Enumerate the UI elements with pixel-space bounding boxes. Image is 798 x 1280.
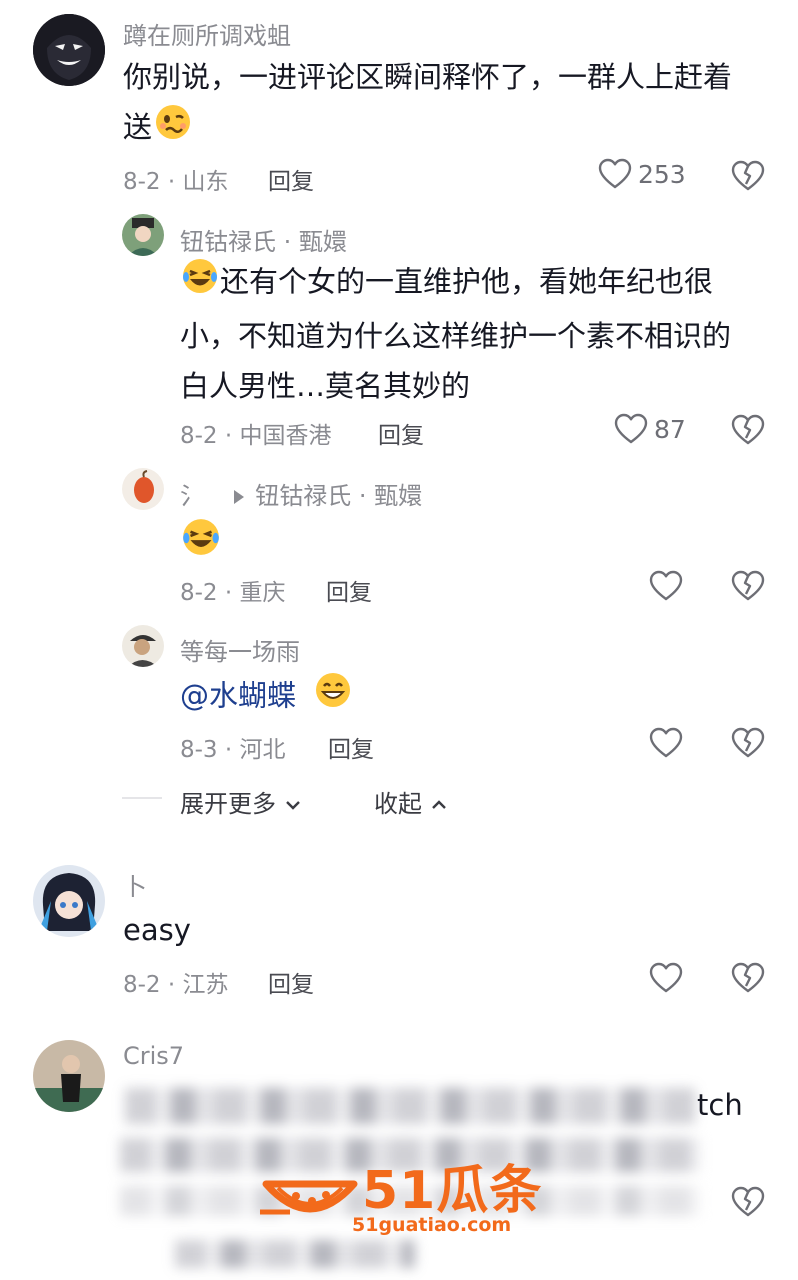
reply-button[interactable]: 回复: [326, 573, 372, 607]
comment-date-location: 8-2 · 山东: [123, 169, 229, 195]
blurred-content: [125, 1088, 695, 1124]
heart-outline-icon: [649, 570, 683, 601]
reply-text-line1: 还有个女的一直维护他，看她年纪也很: [220, 264, 714, 299]
like-button[interactable]: [649, 962, 683, 994]
broken-heart-icon: [731, 160, 765, 191]
reply-button[interactable]: 回复: [378, 416, 424, 450]
heart-outline-icon: [649, 727, 683, 758]
avatar-image: [122, 214, 164, 256]
dislike-button[interactable]: [731, 160, 765, 192]
avatar-image: [33, 14, 105, 86]
comment-text-line2: 送: [123, 110, 153, 144]
watermelon-logo-icon: [260, 1180, 358, 1215]
reply-username[interactable]: 钮钴禄氏 · 甄嬛: [180, 222, 347, 257]
avatar[interactable]: [122, 468, 164, 510]
comment-text-line1: 你别说，一进评论区瞬间释怀了，一群人上赶着: [123, 60, 733, 94]
reply-text: 还有个女的一直维护他，看她年纪也很 小，不知道为什么这样维护一个素不相识的 白人…: [180, 256, 770, 411]
comment-text: easy: [123, 913, 191, 947]
rofl-emoji-icon: [183, 519, 219, 555]
play-triangle-icon: [233, 490, 244, 504]
blurred-content: [175, 1240, 415, 1268]
dislike-button[interactable]: [731, 727, 765, 759]
dislike-button[interactable]: [731, 570, 765, 602]
broken-heart-icon: [731, 962, 765, 993]
divider-line: [122, 797, 162, 799]
reply-username[interactable]: 等每一场雨: [180, 632, 300, 667]
reply-text-line3: 白人男性…莫名其妙的: [180, 369, 471, 403]
dislike-button[interactable]: [731, 962, 765, 994]
reply-button[interactable]: 回复: [328, 730, 374, 764]
avatar[interactable]: [122, 214, 164, 256]
comment-text: 你别说，一进评论区瞬间释怀了，一群人上赶着 送: [123, 52, 763, 156]
avatar[interactable]: [33, 865, 105, 937]
avatar[interactable]: [122, 625, 164, 667]
broken-heart-icon: [731, 570, 765, 601]
broken-heart-icon: [731, 414, 765, 445]
avatar-image: [33, 865, 105, 937]
like-count: 87: [654, 414, 686, 444]
heart-outline-icon: [614, 413, 648, 444]
avatar-image: [33, 1040, 105, 1112]
heart-outline-icon: [598, 158, 632, 189]
like-button[interactable]: [649, 727, 683, 759]
like-count: 253: [638, 159, 686, 189]
comment-username[interactable]: 蹲在厕所调戏蛆: [123, 16, 291, 51]
chevron-up-icon: [431, 800, 446, 809]
mention-link[interactable]: @水蝴蝶: [180, 679, 296, 713]
avatar[interactable]: [33, 14, 105, 86]
reply-username[interactable]: 氵 钮钴禄氏 · 甄嬛: [180, 476, 422, 511]
reply-date-location: 8-2 · 中国香港: [180, 423, 332, 449]
comment-username[interactable]: 卜: [123, 867, 147, 902]
broken-heart-icon: [731, 1186, 765, 1217]
heart-outline-icon: [649, 962, 683, 993]
like-button[interactable]: [649, 570, 683, 602]
reply-to-username[interactable]: 钮钴禄氏 · 甄嬛: [255, 482, 422, 510]
reply-date-location: 8-2 · 重庆: [180, 580, 286, 606]
avatar-image: [122, 468, 164, 510]
collapse-button[interactable]: 收起: [374, 784, 448, 819]
dislike-button[interactable]: [731, 414, 765, 446]
reply-date-location: 8-3 · 河北: [180, 737, 286, 763]
comment-text-visible-tail: tch: [697, 1088, 743, 1122]
reply-emoji: [180, 516, 222, 562]
avatar-image: [122, 625, 164, 667]
woozy-face-emoji-icon: [154, 103, 192, 156]
reply-text: @水蝴蝶: [180, 670, 353, 725]
reply-text-line2: 小，不知道为什么这样维护一个素不相识的: [180, 319, 732, 353]
grinning-emoji-icon: [313, 670, 353, 725]
broken-heart-icon: [731, 727, 765, 758]
expand-more-button[interactable]: 展开更多: [180, 784, 302, 819]
rofl-emoji-icon: [180, 256, 220, 311]
dislike-button[interactable]: [731, 1186, 765, 1218]
reply-button[interactable]: 回复: [268, 965, 314, 999]
watermark-logo: 51瓜条 51guatiao.com: [260, 1152, 541, 1242]
like-button[interactable]: 87: [614, 413, 686, 445]
comment-username[interactable]: Cris7: [123, 1042, 184, 1070]
chevron-down-icon: [285, 801, 300, 810]
like-button[interactable]: 253: [598, 158, 686, 190]
watermark-url: 51guatiao.com: [352, 1214, 512, 1236]
reply-button[interactable]: 回复: [268, 162, 314, 196]
avatar[interactable]: [33, 1040, 105, 1112]
watermark-brand: 51瓜条: [362, 1161, 543, 1221]
comment-date-location: 8-2 · 江苏: [123, 972, 229, 998]
